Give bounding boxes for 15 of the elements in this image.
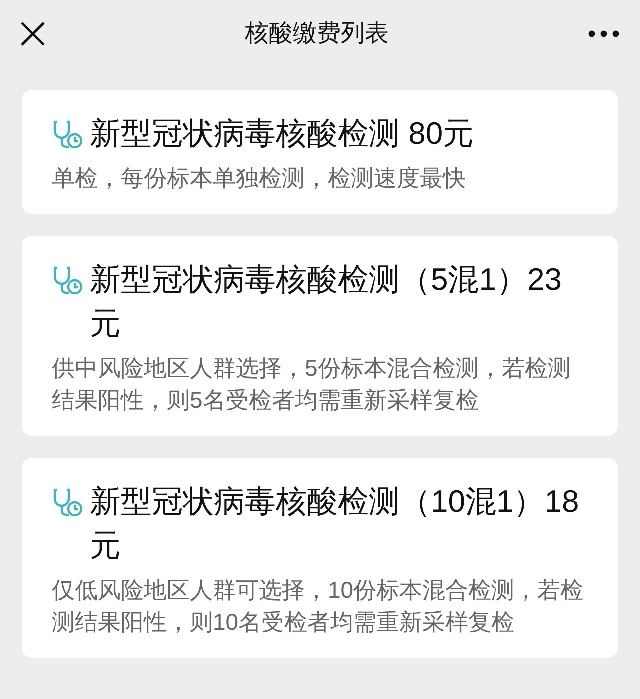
test-option-card[interactable]: 新型冠状病毒核酸检测 80元 单检，每份标本单独检测，检测速度最快 — [22, 90, 618, 214]
test-option-card[interactable]: 新型冠状病毒核酸检测（10混1）18元 仅低风险地区人群可选择，10份标本混合检测，若检测结果阳性，则10名受检者均需重新采样复检 — [22, 458, 618, 658]
page-title: 核酸缴费列表 — [245, 19, 389, 49]
test-title: 新型冠状病毒核酸检测（10混1）18元 — [90, 483, 580, 565]
test-description: 供中风险地区人群选择，5份标本混合检测，若检测结果阳性，则5名受检者均需重新采样复检 — [52, 354, 572, 415]
test-description: 单检，每份标本单独检测，检测速度最快 — [52, 164, 467, 193]
more-icon[interactable] — [588, 30, 620, 38]
stethoscope-clock-icon — [52, 487, 84, 517]
stethoscope-clock-icon — [52, 119, 84, 149]
close-icon[interactable] — [20, 21, 46, 47]
test-title: 新型冠状病毒核酸检测（5混1）23元 — [90, 261, 563, 343]
test-description: 仅低风险地区人群可选择，10份标本混合检测，若检测结果阳性，则10名受检者均需重新采样复检 — [52, 576, 585, 637]
test-option-card[interactable]: 新型冠状病毒核酸检测（5混1）23元 供中风险地区人群选择，5份标本混合检测，若检测结果阳性，则5名受检者均需重新采样复检 — [22, 236, 618, 436]
test-title: 新型冠状病毒核酸检测 80元 — [90, 115, 474, 153]
stethoscope-clock-icon — [52, 265, 84, 295]
